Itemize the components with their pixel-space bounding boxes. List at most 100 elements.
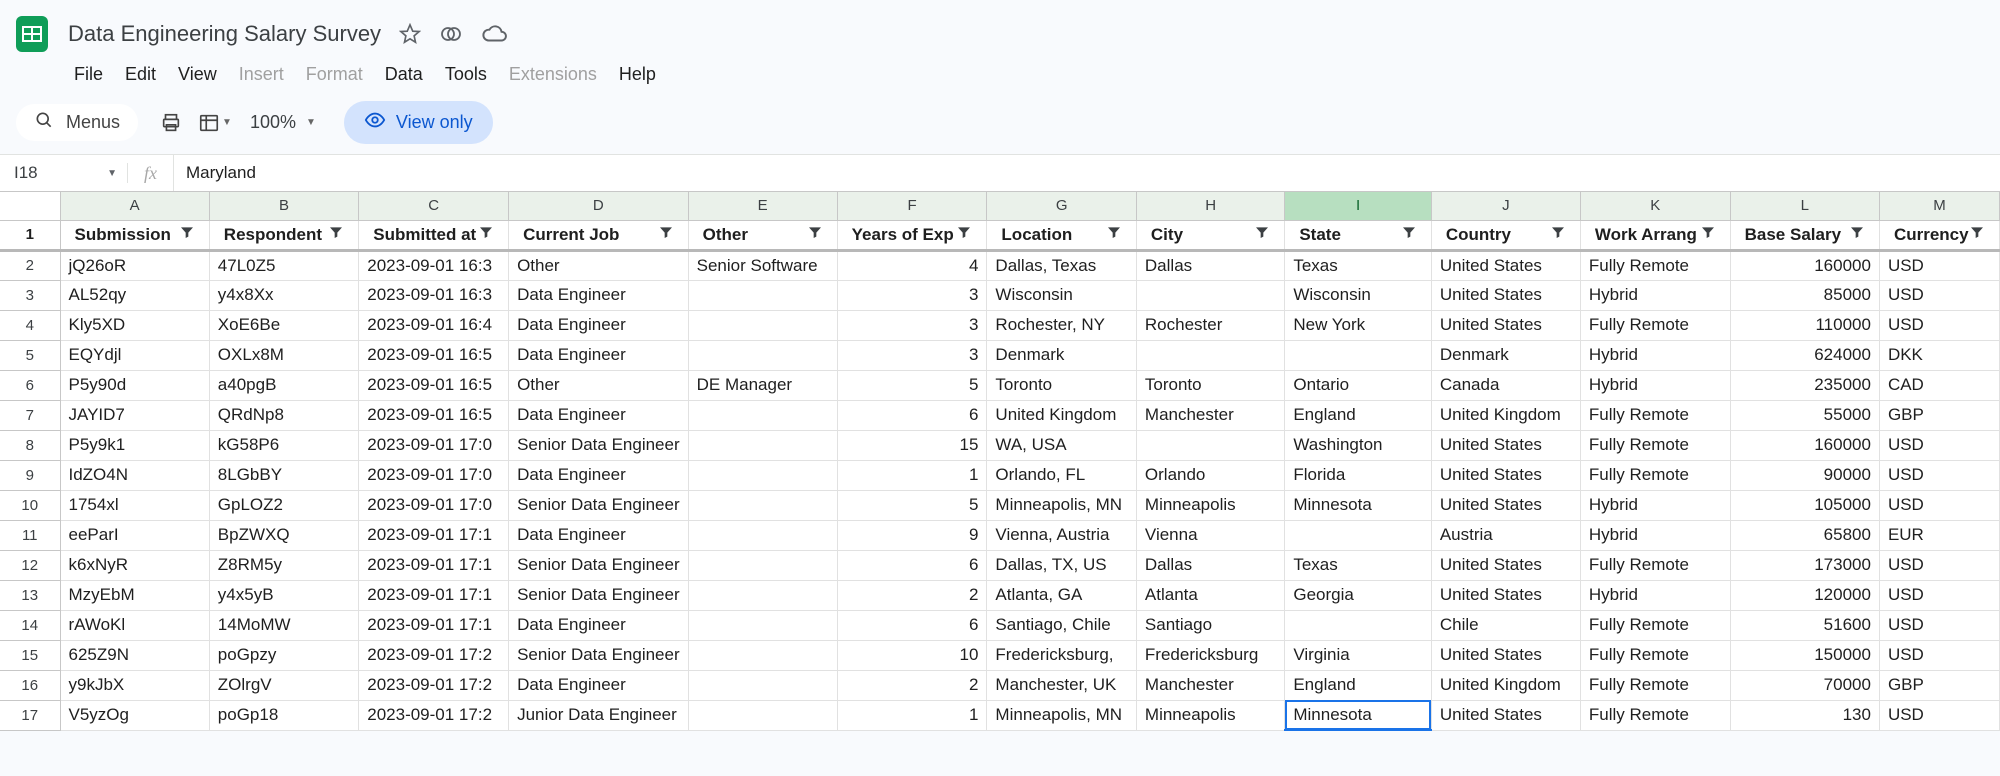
cell[interactable]: United States	[1431, 430, 1580, 460]
cell[interactable]: 2023-09-01 17:0	[359, 430, 509, 460]
row-header[interactable]: 14	[0, 610, 60, 640]
cell[interactable]	[688, 280, 837, 310]
cell[interactable]: Fully Remote	[1580, 430, 1730, 460]
cell[interactable]: Data Engineer	[509, 310, 689, 340]
row-header[interactable]: 1	[0, 220, 60, 250]
cell[interactable]: USD	[1879, 640, 1999, 670]
column-header[interactable]: I	[1285, 192, 1432, 220]
cell[interactable]: Minneapolis	[1136, 490, 1284, 520]
cell[interactable]: rAWoKl	[60, 610, 209, 640]
cell[interactable]: United States	[1431, 280, 1580, 310]
filter-icon[interactable]	[1254, 224, 1270, 245]
cell[interactable]: Hybrid	[1580, 580, 1730, 610]
column-header[interactable]: E	[688, 192, 837, 220]
cell[interactable]: Orlando, FL	[987, 460, 1136, 490]
row-header[interactable]: 10	[0, 490, 60, 520]
cell[interactable]: GpLOZ2	[209, 490, 358, 520]
cell[interactable]	[688, 400, 837, 430]
cell[interactable]: United States	[1431, 490, 1580, 520]
cell[interactable]: GBP	[1879, 670, 1999, 700]
cell[interactable]	[688, 670, 837, 700]
cell[interactable]: Hybrid	[1580, 520, 1730, 550]
cell[interactable]: Rochester, NY	[987, 310, 1136, 340]
column-label-cell[interactable]: Submission	[60, 220, 209, 250]
cell[interactable]: Austria	[1431, 520, 1580, 550]
filter-icon[interactable]	[328, 224, 344, 245]
cell[interactable]: Minnesota	[1285, 700, 1432, 730]
cell[interactable]: USD	[1879, 700, 1999, 730]
cell[interactable]: United Kingdom	[1431, 670, 1580, 700]
cell[interactable]: Florida	[1285, 460, 1432, 490]
filter-icon[interactable]	[1106, 224, 1122, 245]
cell[interactable]: 9	[837, 520, 987, 550]
cell[interactable]	[688, 640, 837, 670]
cell[interactable]: Fully Remote	[1580, 250, 1730, 280]
column-label-cell[interactable]: Currency	[1879, 220, 1999, 250]
row-header[interactable]: 5	[0, 340, 60, 370]
cell[interactable]: Other	[509, 370, 689, 400]
row-header[interactable]: 16	[0, 670, 60, 700]
cell[interactable]: 160000	[1730, 430, 1879, 460]
row-header[interactable]: 3	[0, 280, 60, 310]
cell[interactable]: Data Engineer	[509, 460, 689, 490]
column-header[interactable]: F	[837, 192, 987, 220]
column-header[interactable]: M	[1879, 192, 1999, 220]
cell[interactable]	[1285, 610, 1432, 640]
column-label-cell[interactable]: Respondent	[209, 220, 358, 250]
column-header[interactable]: K	[1580, 192, 1730, 220]
row-header[interactable]: 17	[0, 700, 60, 730]
row-header[interactable]: 9	[0, 460, 60, 490]
cell[interactable]: Minnesota	[1285, 490, 1432, 520]
cell[interactable]: USD	[1879, 460, 1999, 490]
cell[interactable]: England	[1285, 400, 1432, 430]
cell[interactable]: Fully Remote	[1580, 670, 1730, 700]
cell[interactable]: 173000	[1730, 550, 1879, 580]
filter-icon[interactable]	[807, 224, 823, 245]
cell[interactable]: GBP	[1879, 400, 1999, 430]
cell[interactable]: kG58P6	[209, 430, 358, 460]
cell[interactable]: Orlando	[1136, 460, 1284, 490]
cell[interactable]: eeParI	[60, 520, 209, 550]
cell[interactable]: P5y90d	[60, 370, 209, 400]
cell[interactable]: 6	[837, 550, 987, 580]
cell[interactable]: 8LGbBY	[209, 460, 358, 490]
menu-tools[interactable]: Tools	[435, 58, 497, 91]
cell[interactable]: United States	[1431, 640, 1580, 670]
zoom-selector[interactable]: 100% ▼	[240, 112, 326, 133]
sheets-logo-icon[interactable]	[10, 12, 54, 56]
cell[interactable]: 120000	[1730, 580, 1879, 610]
cell[interactable]: 2023-09-01 17:2	[359, 640, 509, 670]
cell[interactable]: Data Engineer	[509, 340, 689, 370]
cell[interactable]	[688, 700, 837, 730]
cell[interactable]: 235000	[1730, 370, 1879, 400]
cell[interactable]: poGp18	[209, 700, 358, 730]
cell[interactable]: EQYdjl	[60, 340, 209, 370]
cell[interactable]: 3	[837, 340, 987, 370]
cell[interactable]: United States	[1431, 460, 1580, 490]
cell[interactable]: Minneapolis	[1136, 700, 1284, 730]
cell[interactable]: USD	[1879, 280, 1999, 310]
cell[interactable]: 2023-09-01 17:1	[359, 550, 509, 580]
cell[interactable]: Manchester	[1136, 670, 1284, 700]
row-header[interactable]: 7	[0, 400, 60, 430]
cell[interactable]: USD	[1879, 310, 1999, 340]
cell[interactable]: 3	[837, 280, 987, 310]
select-all-corner[interactable]	[0, 192, 60, 220]
row-header[interactable]: 8	[0, 430, 60, 460]
cell[interactable]: 2023-09-01 16:5	[359, 340, 509, 370]
cell[interactable]: Fully Remote	[1580, 640, 1730, 670]
cell[interactable]: 2023-09-01 16:3	[359, 250, 509, 280]
cell[interactable]: 1	[837, 460, 987, 490]
cell[interactable]: Minneapolis, MN	[987, 490, 1136, 520]
cell[interactable]	[688, 430, 837, 460]
cell[interactable]: 2023-09-01 17:1	[359, 610, 509, 640]
star-icon[interactable]	[399, 23, 421, 45]
filter-icon[interactable]	[1401, 224, 1417, 245]
menu-edit[interactable]: Edit	[115, 58, 166, 91]
cell[interactable]: V5yzOg	[60, 700, 209, 730]
cell[interactable]: Wisconsin	[1285, 280, 1432, 310]
cell[interactable]: United States	[1431, 310, 1580, 340]
cell[interactable]	[688, 580, 837, 610]
cell[interactable]: Senior Software	[688, 250, 837, 280]
cell[interactable]	[688, 340, 837, 370]
